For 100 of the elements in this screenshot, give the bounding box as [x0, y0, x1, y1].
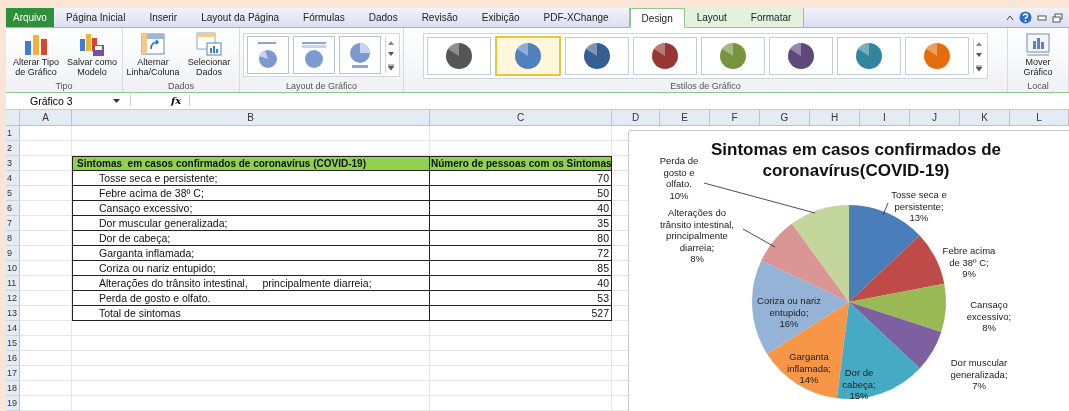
- row-header[interactable]: 9: [6, 246, 20, 261]
- sheet-cell[interactable]: [430, 366, 612, 381]
- ribbon-button[interactable]: Alterar Tipo de Gráfico: [9, 31, 63, 78]
- chart-style-option[interactable]: [495, 36, 561, 77]
- ribbon-tab[interactable]: Exibição: [469, 8, 532, 28]
- row-header[interactable]: 4: [6, 171, 20, 186]
- chart-style-option[interactable]: [701, 37, 765, 76]
- sheet-cell[interactable]: [20, 186, 72, 201]
- scroll-down-icon[interactable]: [976, 53, 982, 58]
- sheet-cell[interactable]: [72, 366, 430, 381]
- sheet-cell[interactable]: [20, 381, 72, 396]
- sheet-cell[interactable]: [20, 396, 72, 411]
- scroll-down-icon[interactable]: [388, 52, 394, 57]
- ribbon-tab[interactable]: Formatar: [738, 8, 804, 28]
- column-header[interactable]: I: [860, 110, 910, 126]
- column-header[interactable]: G: [760, 110, 810, 126]
- expand-gallery-icon[interactable]: [976, 64, 982, 71]
- sheet-cell[interactable]: [430, 336, 612, 351]
- column-header[interactable]: B: [72, 110, 430, 126]
- ribbon-tab[interactable]: Página Inicial: [53, 8, 138, 28]
- row-header[interactable]: 7: [6, 216, 20, 231]
- sheet-cell[interactable]: [430, 351, 612, 366]
- sheet-cell[interactable]: [72, 396, 430, 411]
- ribbon-tab[interactable]: PDF-XChange: [531, 8, 621, 28]
- ribbon-tab[interactable]: Revisão: [409, 8, 470, 28]
- chart-style-option[interactable]: [837, 37, 901, 76]
- sheet-cell[interactable]: [430, 321, 612, 336]
- row-header[interactable]: 18: [6, 381, 20, 396]
- sheet-cell[interactable]: [20, 231, 72, 246]
- ribbon-tab[interactable]: Layout da Página: [189, 8, 292, 28]
- row-header[interactable]: 3: [6, 156, 20, 171]
- sheet-cell[interactable]: [20, 366, 72, 381]
- ribbon-tab[interactable]: Inserir: [137, 8, 190, 28]
- scroll-up-icon[interactable]: [388, 40, 394, 45]
- expand-gallery-icon[interactable]: [388, 63, 394, 70]
- row-header[interactable]: 14: [6, 321, 20, 336]
- pie-chart[interactable]: [628, 130, 1069, 411]
- chart-style-option[interactable]: [565, 37, 629, 76]
- row-header[interactable]: 19: [6, 396, 20, 411]
- sheet-cell[interactable]: [72, 381, 430, 396]
- help-icon[interactable]: [1019, 11, 1032, 25]
- ribbon-tab[interactable]: Design: [629, 8, 685, 29]
- sheet-cell[interactable]: [20, 291, 72, 306]
- chart-style-option[interactable]: [905, 37, 969, 76]
- chart-layout-option[interactable]: [247, 36, 289, 75]
- row-header[interactable]: 10: [6, 261, 20, 276]
- sheet-cell[interactable]: [430, 396, 612, 411]
- row-header[interactable]: 1: [6, 126, 20, 141]
- sheet-cell[interactable]: [72, 126, 430, 141]
- sheet-cell[interactable]: [20, 126, 72, 141]
- row-header[interactable]: 15: [6, 336, 20, 351]
- collapse-ribbon-icon[interactable]: [1006, 14, 1014, 21]
- row-header[interactable]: 6: [6, 201, 20, 216]
- ribbon-tab[interactable]: Dados: [356, 8, 410, 28]
- column-header[interactable]: H: [810, 110, 860, 126]
- row-header[interactable]: 12: [6, 291, 20, 306]
- function-button[interactable]: fx: [130, 95, 191, 107]
- select-all-button[interactable]: [6, 110, 20, 126]
- column-header[interactable]: E: [660, 110, 710, 126]
- name-box[interactable]: Gráfico 3: [6, 94, 124, 107]
- restore-icon[interactable]: [1052, 12, 1063, 23]
- column-header[interactable]: D: [612, 110, 660, 126]
- row-header[interactable]: 11: [6, 276, 20, 291]
- ribbon-tab[interactable]: Layout: [684, 8, 739, 28]
- column-header[interactable]: C: [430, 110, 612, 126]
- sheet-cell[interactable]: [20, 321, 72, 336]
- ribbon-button[interactable]: Mover Gráfico: [1011, 31, 1065, 78]
- column-header[interactable]: K: [960, 110, 1010, 126]
- sheet-cell[interactable]: [20, 246, 72, 261]
- scroll-up-icon[interactable]: [976, 41, 982, 46]
- ribbon-tab[interactable]: Arquivo: [6, 8, 54, 28]
- minimize-icon[interactable]: [1037, 14, 1047, 21]
- sheet-cell[interactable]: [20, 306, 72, 321]
- chart-style-option[interactable]: [633, 37, 697, 76]
- ribbon-tab[interactable]: Fórmulas: [291, 8, 357, 28]
- sheet-cell[interactable]: [20, 336, 72, 351]
- sheet-cell[interactable]: [430, 381, 612, 396]
- chart-layout-option[interactable]: [293, 36, 335, 75]
- column-header[interactable]: L: [1010, 110, 1069, 126]
- sheet-cell[interactable]: [20, 171, 72, 186]
- chart-style-option[interactable]: [427, 37, 491, 76]
- row-header[interactable]: 2: [6, 141, 20, 156]
- ribbon-button[interactable]: Salvar como Modelo: [65, 31, 119, 78]
- chart-style-option[interactable]: [769, 37, 833, 76]
- sheet-cell[interactable]: [20, 276, 72, 291]
- sheet-cell[interactable]: [72, 321, 430, 336]
- sheet-cell[interactable]: [20, 141, 72, 156]
- sheet-cell[interactable]: [430, 126, 612, 141]
- sheet-cell[interactable]: [20, 201, 72, 216]
- column-header[interactable]: A: [20, 110, 72, 126]
- row-header[interactable]: 16: [6, 351, 20, 366]
- column-header[interactable]: J: [910, 110, 960, 126]
- ribbon-button[interactable]: Alternar Linha/Coluna: [126, 31, 180, 78]
- chart-layout-option[interactable]: [339, 36, 381, 75]
- sheet-cell[interactable]: [20, 261, 72, 276]
- sheet-cell[interactable]: [20, 216, 72, 231]
- column-header[interactable]: F: [710, 110, 760, 126]
- ribbon-button[interactable]: Selecionar Dados: [182, 31, 236, 78]
- row-header[interactable]: 17: [6, 366, 20, 381]
- sheet-cell[interactable]: [72, 351, 430, 366]
